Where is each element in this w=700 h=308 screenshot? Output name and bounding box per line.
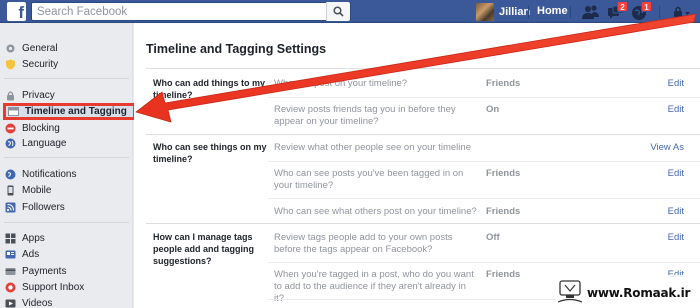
setting-value: Off <box>486 232 500 243</box>
section-label: How can I manage tags people add and tag… <box>153 232 254 266</box>
watermark-text: www.Romaak.ir <box>587 286 691 300</box>
sidebar-item-label: Privacy <box>22 90 55 101</box>
sidebar-item-label: Blocking <box>22 123 60 134</box>
globe-notif-icon <box>5 169 16 180</box>
setting-value: Friends <box>486 206 521 217</box>
account-menu-button[interactable] <box>671 3 693 21</box>
search-button[interactable] <box>326 2 350 21</box>
sidebar-divider <box>4 222 129 223</box>
sidebar-item-notifications[interactable]: Notifications <box>5 167 76 182</box>
page-title: Timeline and Tagging Settings <box>146 42 327 56</box>
user-name: Jillian <box>499 5 531 18</box>
edit-link[interactable]: Edit <box>668 206 684 217</box>
friend-requests-button[interactable] <box>581 3 601 21</box>
ads-icon <box>5 249 16 260</box>
view-as-link[interactable]: View As <box>650 142 684 153</box>
sidebar-item-label: Ads <box>22 249 40 260</box>
title-divider <box>146 68 700 69</box>
sidebar-item-timeline-and-tagging[interactable]: Timeline and Tagging <box>3 103 136 120</box>
sidebar-item-mobile[interactable]: Mobile <box>5 183 51 198</box>
friends-icon <box>582 5 599 19</box>
edit-link[interactable]: Edit <box>668 232 684 243</box>
row-divider <box>268 262 700 263</box>
sidebar-item-label: Language <box>22 138 67 149</box>
sidebar-item-apps[interactable]: Apps <box>5 231 45 246</box>
setting-value: Friends <box>486 168 521 179</box>
setting-value: Friends <box>486 78 521 89</box>
setting-question: Who can see posts you've been tagged in … <box>274 168 464 191</box>
home-link[interactable]: Home <box>537 5 568 17</box>
section-label: Who can see things on my timeline? <box>153 142 267 164</box>
edit-link[interactable]: Edit <box>668 78 684 89</box>
settings-sidebar: General Security Privacy Timeline and Ta… <box>0 23 136 308</box>
setting-value: On <box>486 104 500 115</box>
section-label: Who can add things to my timeline? <box>153 78 265 100</box>
sidebar-item-label: Support Inbox <box>22 282 85 293</box>
block-icon <box>5 123 16 134</box>
edit-link[interactable]: Edit <box>668 104 684 115</box>
lock-menu-icon <box>674 6 690 17</box>
sidebar-item-support-inbox[interactable]: Support Inbox <box>5 280 84 295</box>
section-divider <box>146 223 700 224</box>
sidebar-item-blocking[interactable]: Blocking <box>5 121 60 136</box>
search-icon <box>333 6 344 17</box>
search-box <box>31 2 351 21</box>
sidebar-item-language[interactable]: Language <box>5 136 67 151</box>
sidebar-item-label: Followers <box>22 202 65 213</box>
payments-icon <box>5 266 16 277</box>
divider <box>659 6 660 18</box>
messages-button[interactable]: 2 <box>606 1 628 21</box>
sidebar-item-label: Payments <box>22 266 67 277</box>
user-profile-link[interactable]: Jillian <box>476 2 530 21</box>
setting-question: Review posts friends tag you in before t… <box>274 104 456 127</box>
row-divider <box>268 97 700 98</box>
lock-icon <box>5 90 16 101</box>
sidebar-item-followers[interactable]: Followers <box>5 200 65 215</box>
sidebar-item-videos[interactable]: Videos <box>5 296 52 308</box>
sidebar-item-label: Mobile <box>22 185 52 196</box>
sidebar-item-label: Apps <box>22 233 45 244</box>
edit-link[interactable]: Edit <box>668 168 684 179</box>
sidebar-item-general[interactable]: General <box>5 41 58 56</box>
sidebar-divider <box>4 78 129 79</box>
sidebar-item-label: Timeline and Tagging <box>25 106 127 117</box>
setting-question: Who can post on your timeline? <box>274 78 408 89</box>
sidebar-item-label: Notifications <box>22 169 77 180</box>
mobile-icon <box>5 185 16 196</box>
search-input[interactable] <box>32 3 322 20</box>
divider <box>570 6 571 18</box>
timeline-icon <box>8 106 19 117</box>
video-icon <box>5 298 16 308</box>
setting-value: Friends <box>486 269 521 280</box>
rss-icon <box>5 202 16 213</box>
support-icon <box>5 282 16 293</box>
gear-icon <box>5 43 16 54</box>
sidebar-item-security[interactable]: Security <box>5 57 58 72</box>
row-divider <box>268 198 700 199</box>
sidebar-item-payments[interactable]: Payments <box>5 264 66 279</box>
sidebar-item-label: General <box>22 43 58 54</box>
sidebar-item-privacy[interactable]: Privacy <box>5 88 55 103</box>
notifications-button[interactable]: 1 <box>630 1 652 21</box>
divider <box>528 6 529 18</box>
section-divider <box>146 134 700 135</box>
sidebar-item-label: Security <box>22 59 59 70</box>
globe-icon <box>5 138 16 149</box>
sidebar-divider <box>4 157 129 158</box>
apps-icon <box>5 233 16 244</box>
shield-icon <box>5 59 16 70</box>
notifications-badge: 1 <box>641 1 652 12</box>
facebook-logo[interactable]: f <box>7 2 26 22</box>
setting-question: Review what other people see on your tim… <box>274 142 471 153</box>
messages-badge: 2 <box>617 1 628 12</box>
setting-question: Review tags people add to your own posts… <box>274 232 453 255</box>
sidebar-item-ads[interactable]: Ads <box>5 247 39 262</box>
avatar <box>476 2 494 21</box>
top-navigation-bar: f Jillian Home 2 <box>0 0 700 23</box>
row-divider <box>268 161 700 162</box>
sidebar-item-label: Videos <box>22 298 53 308</box>
settings-panel: Timeline and Tagging Settings Who can ad… <box>134 23 700 308</box>
